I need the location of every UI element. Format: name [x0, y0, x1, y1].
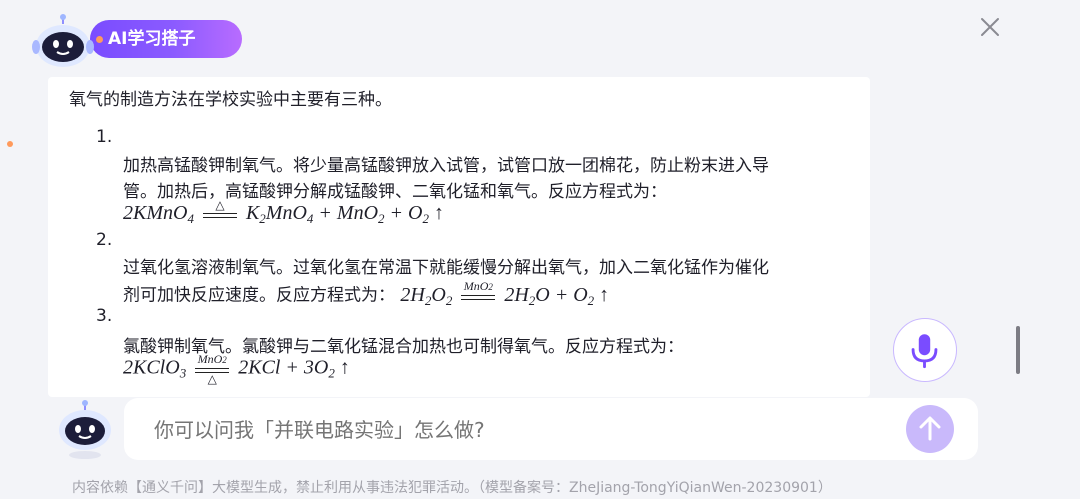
close-icon[interactable]: [978, 15, 1002, 39]
chemical-equation: 2H2O2 MnO2 2H2O + O2 ↑: [400, 279, 610, 308]
list-item-text: 加热高锰酸钾制氧气。将少量高锰酸钾放入试管，试管口放一团棉花，防止粉末进入导: [123, 156, 769, 176]
chemical-equation: 2KClO3 MnO2 △ 2KCl + 3O2 ↑: [123, 352, 350, 386]
voice-input-button[interactable]: [893, 318, 957, 382]
chemical-equation: 2KMnO4 △ K2MnO4 + MnO2 + O2 ↑: [123, 198, 444, 227]
list-item-number: 3.: [96, 306, 113, 326]
answer-intro: 氧气的制造方法在学校实验中主要有三种。: [69, 90, 392, 110]
list-item-number: 1.: [96, 127, 113, 147]
robot-avatar-icon: [59, 400, 111, 459]
answer-card: 氧气的制造方法在学校实验中主要有三种。 1. 加热高锰酸钾制氧气。将少量高锰酸钾…: [48, 77, 870, 397]
list-item-text-with-equation: 剂可加快反应速度。反应方程式为： 2H2O2 MnO2 2H2O + O2 ↑: [123, 280, 609, 312]
chat-input-bar: [124, 398, 978, 460]
header-decoration-dot: [96, 36, 103, 43]
send-button[interactable]: [906, 405, 954, 453]
assistant-header: AI学习搭子: [30, 10, 245, 72]
assistant-title-pill: AI学习搭子: [90, 20, 242, 58]
question-input[interactable]: [152, 414, 896, 446]
list-item-number: 2.: [96, 230, 113, 250]
microphone-icon: [911, 334, 938, 369]
assistant-title: AI学习搭子: [108, 29, 196, 49]
scrollbar-handle[interactable]: [1016, 326, 1020, 374]
list-item-text: 剂可加快反应速度。反应方程式为：: [123, 285, 395, 306]
side-decoration-dot: [7, 141, 13, 147]
list-item-text: 过氧化氢溶液制氧气。过氧化氢在常温下就能缓慢分解出氧气，加入二氧化锰作为催化: [123, 258, 769, 278]
robot-avatar-icon: [32, 14, 94, 67]
send-arrow-icon: [919, 416, 941, 441]
disclaimer-text: 内容依赖【通义千问】大模型生成，禁止利用从事违法犯罪活动。（模型备案号：ZheJ…: [72, 480, 832, 496]
